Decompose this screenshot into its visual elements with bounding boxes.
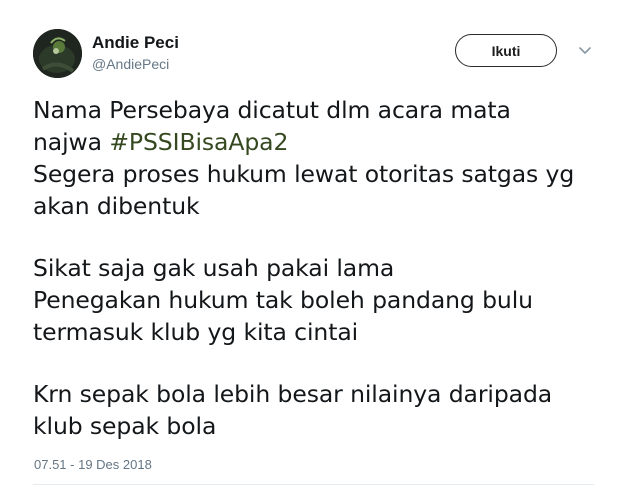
tweet-line: Penegakan hukum tak boleh pandang bulu bbox=[33, 286, 533, 314]
tweet-line: Segera proses hukum lewat otoritas satga… bbox=[33, 160, 575, 188]
tweet-card: Andie Peci @AndiePeci Ikuti Nama Perseba… bbox=[0, 0, 627, 489]
tweet-line: najwa #PSSIBisaApa2 bbox=[33, 126, 613, 158]
follow-button[interactable]: Ikuti bbox=[455, 34, 557, 67]
tweet-line: Nama Persebaya dicatut dlm acara mata bbox=[33, 96, 511, 124]
chevron-down-icon[interactable] bbox=[577, 44, 593, 58]
divider bbox=[33, 484, 594, 485]
avatar[interactable] bbox=[33, 29, 82, 78]
tweet-line: termasuk klub yg kita cintai bbox=[33, 318, 359, 346]
display-name[interactable]: Andie Peci bbox=[92, 33, 179, 53]
hashtag-link[interactable]: #PSSIBisaApa2 bbox=[109, 128, 288, 156]
tweet-timestamp[interactable]: 07.51 - 19 Des 2018 bbox=[34, 457, 152, 472]
tweet-line: Krn sepak bola lebih besar nilainya dari… bbox=[33, 380, 553, 408]
avatar-image bbox=[33, 29, 82, 78]
tweet-line-prefix: najwa bbox=[33, 128, 110, 156]
tweet-text: Nama Persebaya dicatut dlm acara mata na… bbox=[33, 94, 613, 442]
tweet-line: klub sepak bola bbox=[33, 412, 217, 440]
tweet-line: akan dibentuk bbox=[33, 192, 200, 220]
tweet-line: Sikat saja gak usah pakai lama bbox=[33, 254, 395, 282]
user-handle[interactable]: @AndiePeci bbox=[92, 56, 169, 72]
